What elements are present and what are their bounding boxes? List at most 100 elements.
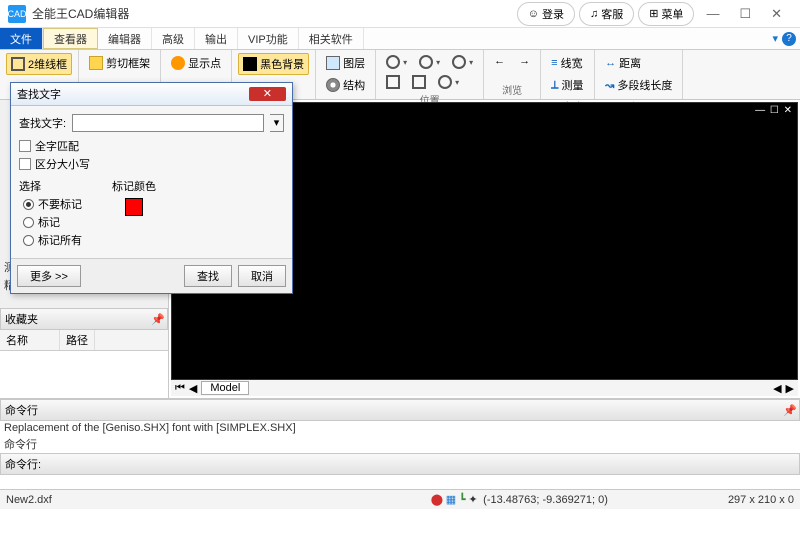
- headset-icon: ♫: [590, 8, 598, 20]
- pan-button[interactable]: [408, 73, 430, 91]
- cancel-button[interactable]: 取消: [238, 265, 286, 287]
- distance-button[interactable]: ↔距离: [601, 53, 676, 73]
- user-icon: ☺: [528, 8, 539, 20]
- status-icon-4[interactable]: ✦: [468, 493, 477, 506]
- color-label: 标记颜色: [112, 178, 156, 194]
- blackbg-button[interactable]: 黑色背景: [238, 53, 309, 75]
- pan-icon: [412, 75, 426, 89]
- status-icon-3[interactable]: ┗: [459, 493, 466, 506]
- find-label: 查找文字:: [19, 115, 66, 131]
- zoom-icon: [386, 55, 400, 69]
- favorites-header: 收藏夹 📌: [0, 308, 168, 330]
- structure-icon: [326, 78, 340, 92]
- status-icon-2[interactable]: ▦: [446, 493, 456, 506]
- point-icon: [171, 56, 185, 70]
- tab-output[interactable]: 输出: [195, 28, 238, 49]
- case-checkbox[interactable]: 区分大小写: [19, 156, 284, 172]
- status-dims: 297 x 210 x 0: [728, 494, 794, 506]
- tab-prev-icon[interactable]: ◀: [189, 382, 197, 395]
- dialog-titlebar[interactable]: 查找文字 ✕: [11, 83, 292, 106]
- cmd-input-label: 命令行:: [0, 453, 800, 475]
- polylen-button[interactable]: ↝多段线长度: [601, 75, 676, 95]
- radio-icon: [23, 199, 34, 210]
- help-icon[interactable]: ?: [782, 32, 796, 46]
- minimize-button[interactable]: —: [696, 0, 729, 27]
- sheet-tabs: ⏮ ◀ Model ◀ ▶: [171, 380, 798, 396]
- maximize-button[interactable]: ☐: [729, 0, 761, 28]
- tab-vip[interactable]: VIP功能: [238, 28, 299, 49]
- zoom-out-button[interactable]: ▾: [434, 73, 463, 91]
- find-button[interactable]: 查找: [184, 265, 232, 287]
- command-area: 命令行📌 Replacement of the [Geniso.SHX] fon…: [0, 398, 800, 489]
- select-label: 选择: [19, 178, 82, 194]
- radio-mark[interactable]: 标记: [23, 214, 82, 230]
- cube-icon: [11, 57, 25, 71]
- tab-file[interactable]: 文件: [0, 28, 43, 49]
- status-file: New2.dxf: [6, 494, 52, 506]
- radio-mark-all[interactable]: 标记所有: [23, 232, 82, 248]
- linewidth-button[interactable]: ≡线宽: [547, 53, 588, 73]
- radio-icon: [23, 235, 34, 246]
- cmd-pin-icon[interactable]: 📌: [783, 404, 795, 416]
- wire2d-button[interactable]: 2维线框: [6, 53, 72, 75]
- tab-viewer[interactable]: 查看器: [43, 28, 98, 49]
- blackbg-icon: [243, 57, 257, 71]
- menubar: 文件 查看器 编辑器 高级 输出 VIP功能 相关软件 ▾ ?: [0, 28, 800, 50]
- tab-first-icon[interactable]: ⏮: [175, 382, 185, 395]
- zoomwin-icon: [452, 55, 466, 69]
- cmd-output-2: 命令行: [0, 435, 800, 453]
- mark-color-swatch[interactable]: [125, 198, 143, 216]
- zoom-window-button[interactable]: ▾: [448, 53, 477, 71]
- clip-icon: [89, 56, 103, 70]
- layer-button[interactable]: 图层: [322, 53, 369, 73]
- grid-icon: ⊞: [649, 7, 658, 20]
- checkbox-icon: [19, 140, 31, 152]
- linewidth-icon: ≡: [551, 57, 557, 69]
- dropdown-icon[interactable]: ▾: [772, 32, 778, 45]
- more-button[interactable]: 更多 >>: [17, 265, 81, 287]
- find-text-dialog: 查找文字 ✕ 查找文字: ▾ 全字匹配 区分大小写 选择 不要标记 标记 标记所…: [10, 82, 293, 294]
- login-button[interactable]: ☺登录: [517, 2, 575, 26]
- cmd-output-1: Replacement of the [Geniso.SHX] font wit…: [0, 421, 800, 435]
- close-button[interactable]: ✕: [761, 0, 792, 28]
- showpoint-button[interactable]: 显示点: [167, 53, 225, 73]
- tab-advanced[interactable]: 高级: [152, 28, 195, 49]
- col-name[interactable]: 名称: [0, 330, 60, 350]
- group-browse-label: 浏览: [490, 82, 534, 97]
- tab-editor[interactable]: 编辑器: [98, 28, 152, 49]
- favorites-columns: 名称 路径: [0, 330, 168, 351]
- radio-no-mark[interactable]: 不要标记: [23, 196, 82, 212]
- tab-related[interactable]: 相关软件: [299, 28, 364, 49]
- status-icon-1[interactable]: ⬤: [431, 493, 443, 506]
- next-button[interactable]: →: [515, 53, 534, 69]
- find-dropdown-icon[interactable]: ▾: [270, 114, 284, 132]
- support-button[interactable]: ♫客服: [579, 2, 634, 26]
- titlebar: CAD 全能王CAD编辑器 ☺登录 ♫客服 ⊞菜单 — ☐ ✕: [0, 0, 800, 28]
- cmd-header: 命令行📌: [0, 399, 800, 421]
- pin-icon[interactable]: 📌: [151, 313, 163, 325]
- menu-button[interactable]: ⊞菜单: [638, 2, 694, 26]
- status-coords: (-13.48763; -9.369271; 0): [483, 494, 608, 506]
- fit-button[interactable]: [382, 73, 404, 91]
- find-input[interactable]: [72, 114, 264, 132]
- dialog-close-button[interactable]: ✕: [249, 87, 286, 101]
- tab-scroll-left[interactable]: ◀: [773, 382, 781, 395]
- zoom-in-button[interactable]: ▾: [415, 53, 444, 71]
- clipframe-button[interactable]: 剪切框架: [85, 53, 154, 73]
- zoom-extents-button[interactable]: ▾: [382, 53, 411, 71]
- whole-word-checkbox[interactable]: 全字匹配: [19, 138, 284, 154]
- col-path[interactable]: 路径: [60, 330, 95, 350]
- favorites-list[interactable]: [0, 351, 168, 398]
- polylen-icon: ↝: [605, 79, 614, 92]
- tab-scroll-right[interactable]: ▶: [786, 382, 794, 395]
- model-tab[interactable]: Model: [201, 381, 249, 395]
- checkbox-icon: [19, 158, 31, 170]
- zoomout-icon: [438, 75, 452, 89]
- dialog-title: 查找文字: [17, 86, 61, 102]
- prev-button[interactable]: ←: [490, 53, 509, 69]
- structure-button[interactable]: 结构: [322, 75, 369, 95]
- canvas-window-controls[interactable]: — ☐ ✕: [755, 105, 793, 116]
- measure-button[interactable]: ⟂测量: [547, 75, 588, 95]
- fit-icon: [386, 75, 400, 89]
- cmd-input[interactable]: [0, 475, 800, 489]
